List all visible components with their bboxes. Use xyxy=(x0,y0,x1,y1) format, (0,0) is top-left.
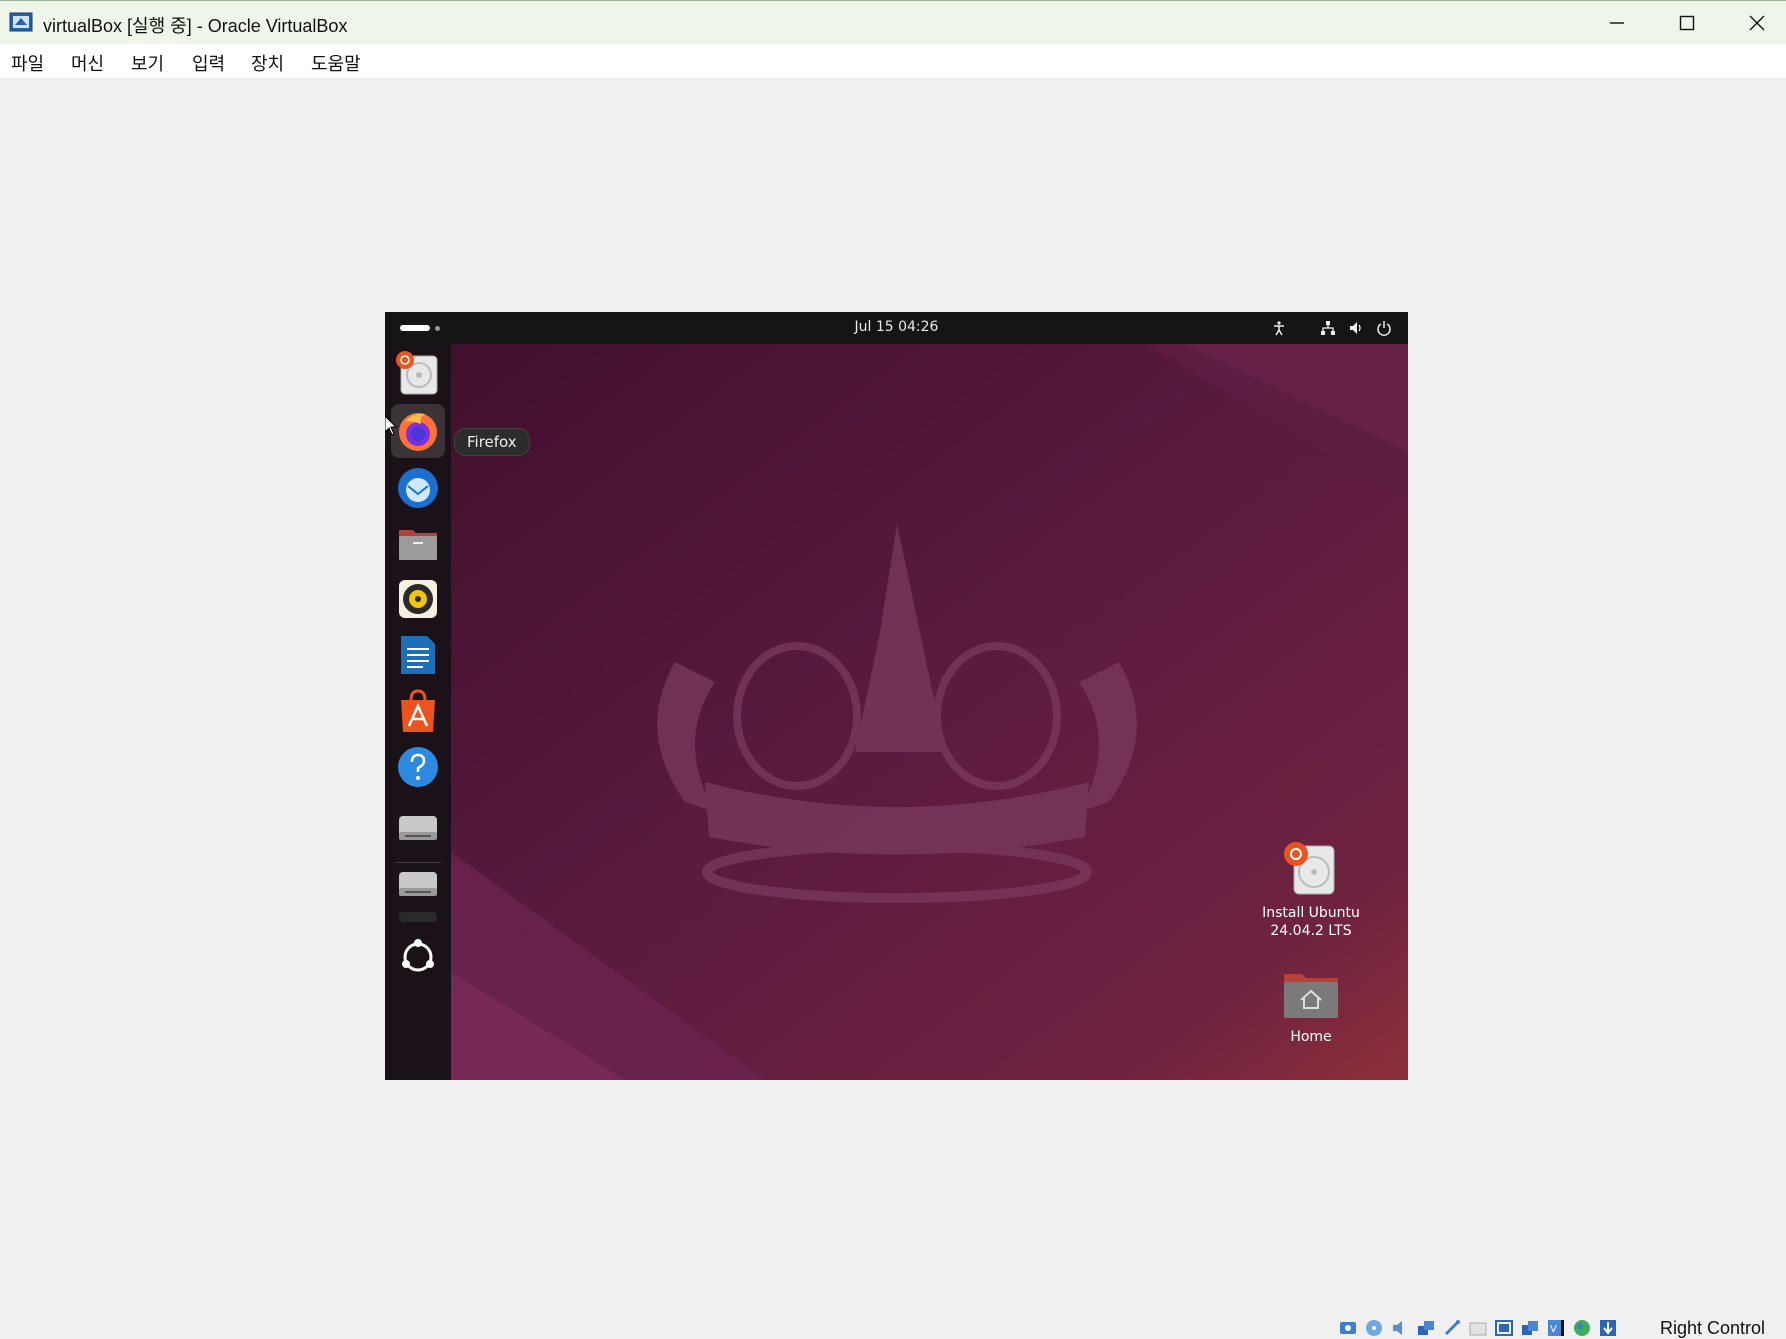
ubuntu-apps-icon xyxy=(402,939,434,972)
shared-folders-icon[interactable] xyxy=(1468,1318,1488,1338)
dock-item-show-apps[interactable] xyxy=(391,930,445,984)
ubuntu-wallpaper xyxy=(385,312,1408,1080)
help-icon xyxy=(398,747,438,787)
home-folder-icon xyxy=(1284,974,1338,1018)
virtualbox-icon xyxy=(9,12,33,32)
desktop-icon-install-ubuntu[interactable]: Install Ubuntu 24.04.2 LTS xyxy=(1251,840,1371,940)
menu-view[interactable]: 보기 xyxy=(131,50,164,76)
network-adapter-icon[interactable] xyxy=(1416,1318,1436,1338)
virtualization-icon[interactable]: V xyxy=(1546,1318,1566,1338)
drive-icon xyxy=(399,872,437,896)
svg-text:V: V xyxy=(1550,1324,1557,1335)
menu-bar: 파일 머신 보기 입력 장치 도움말 xyxy=(0,44,1786,78)
guest-additions-icon[interactable] xyxy=(1572,1318,1592,1338)
dock-separator xyxy=(395,862,441,863)
dock-tooltip: Firefox xyxy=(454,428,530,456)
maximize-icon xyxy=(1679,15,1695,31)
display-icon[interactable] xyxy=(1494,1318,1514,1338)
drive-icon xyxy=(399,912,437,922)
dock-item-thunderbird[interactable] xyxy=(391,460,445,514)
dock-item-drive-2[interactable] xyxy=(391,856,445,910)
close-button[interactable] xyxy=(1722,1,1786,45)
dock-item-app-center[interactable] xyxy=(391,684,445,738)
dock-item-writer[interactable] xyxy=(391,628,445,682)
menu-devices[interactable]: 장치 xyxy=(251,50,284,76)
clock[interactable]: Jul 15 04:26 xyxy=(385,319,1408,335)
maximize-button[interactable] xyxy=(1652,1,1722,45)
app-center-icon xyxy=(401,689,435,732)
menu-input[interactable]: 입력 xyxy=(192,50,225,76)
dock-item-files[interactable] xyxy=(391,516,445,570)
mouse-cursor-icon xyxy=(385,416,398,436)
host-key-label: Right Control xyxy=(1660,1318,1766,1338)
firefox-icon xyxy=(399,413,437,451)
power-icon[interactable] xyxy=(1376,320,1392,336)
menu-file[interactable]: 파일 xyxy=(11,50,44,76)
dock-item-help[interactable] xyxy=(391,740,445,794)
volume-icon[interactable] xyxy=(1348,320,1364,336)
dock xyxy=(385,344,451,1080)
dock-item-installer[interactable] xyxy=(391,346,445,400)
hard-disk-icon[interactable] xyxy=(1338,1318,1358,1338)
vm-display[interactable]: Jul 15 04:26 Firefox Install Ubuntu 24.0… xyxy=(385,312,1408,1080)
minimize-icon xyxy=(1610,22,1624,24)
network-icon[interactable] xyxy=(1320,320,1336,336)
files-icon xyxy=(399,530,437,560)
dock-item-firefox[interactable] xyxy=(391,404,445,458)
menu-machine[interactable]: 머신 xyxy=(71,50,104,76)
desktop-icon-label: Install Ubuntu 24.04.2 LTS xyxy=(1262,905,1360,939)
accessibility-icon[interactable] xyxy=(1271,320,1287,336)
video-capture-icon[interactable] xyxy=(1520,1318,1540,1338)
desktop-icon-home[interactable]: Home xyxy=(1251,968,1371,1046)
host-key-icon[interactable] xyxy=(1598,1318,1618,1338)
menu-help[interactable]: 도움말 xyxy=(311,50,361,76)
optical-drive-icon[interactable] xyxy=(1364,1318,1384,1338)
audio-icon[interactable] xyxy=(1390,1318,1410,1338)
status-bar: V Right Control xyxy=(1334,1316,1786,1338)
dock-item-drive-1[interactable] xyxy=(391,800,445,854)
gnome-top-bar: Jul 15 04:26 xyxy=(385,312,1408,344)
minimize-button[interactable] xyxy=(1582,1,1652,45)
dock-item-drive-3[interactable] xyxy=(391,910,445,924)
window-title: virtualBox [실행 중] - Oracle VirtualBox xyxy=(43,16,348,36)
thunderbird-icon xyxy=(398,468,438,508)
desktop-icon-label: Home xyxy=(1290,1029,1332,1045)
close-icon xyxy=(1749,15,1765,31)
writer-icon xyxy=(401,636,435,674)
dock-item-rhythmbox[interactable] xyxy=(391,572,445,626)
usb-icon[interactable] xyxy=(1442,1318,1462,1338)
installer-icon xyxy=(1284,842,1335,895)
title-bar: virtualBox [실행 중] - Oracle VirtualBox xyxy=(0,0,1786,44)
drive-icon xyxy=(399,816,437,840)
installer-icon xyxy=(396,351,438,395)
rhythmbox-icon xyxy=(399,580,437,618)
